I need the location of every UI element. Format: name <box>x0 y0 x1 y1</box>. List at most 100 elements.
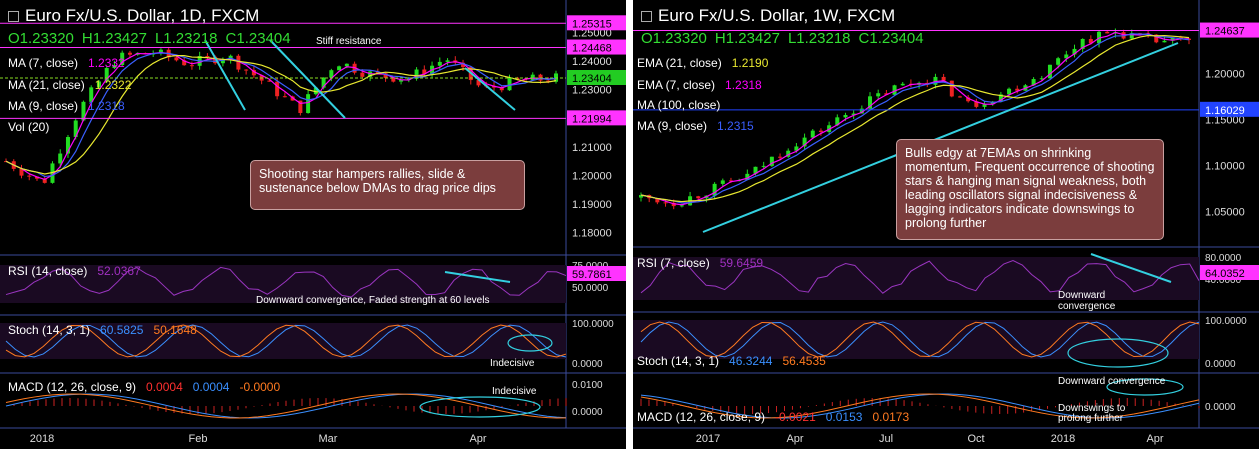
candle-body <box>778 156 783 158</box>
candle-body <box>1056 58 1061 65</box>
time-tick-label: Feb <box>189 433 208 445</box>
collapse-icon[interactable] <box>8 11 19 23</box>
candle-body <box>900 83 905 86</box>
candle-body <box>306 94 311 114</box>
indicator-volume[interactable]: Vol (20) <box>8 120 49 134</box>
indicator-ma9[interactable]: MA (9, close) 1.2318 <box>8 99 125 113</box>
stoch-note: Indecisive <box>490 358 535 369</box>
candle-body <box>205 56 210 58</box>
indicator-ma9[interactable]: MA (9, close) 1.2315 <box>637 119 754 133</box>
high-value: H1.23427 <box>714 30 780 47</box>
price-tick-label: 1.21000 <box>572 142 612 154</box>
candle-body <box>957 96 962 98</box>
rsi-note: Downward convergence <box>1058 290 1116 312</box>
candle-body <box>27 175 32 177</box>
close-value: C1.23404 <box>858 30 924 47</box>
candle-body <box>127 52 132 55</box>
price-tick-label: 1.10000 <box>1205 160 1245 172</box>
candle-body <box>58 153 63 164</box>
time-tick-label: Mar <box>319 433 338 445</box>
indicator-ma7[interactable]: MA (7, close) 1.2332 <box>8 56 125 70</box>
analysis-callout: Shooting star hampers rallies, slide & s… <box>250 160 525 210</box>
candle-body <box>949 80 954 97</box>
time-tick-label: Apr <box>469 433 486 445</box>
low-value: L1.23218 <box>787 30 851 47</box>
stoch-label[interactable]: Stoch (14, 3, 1) 46.3244 56.4535 <box>637 354 826 368</box>
macd-tick-label: 0.0000 <box>1205 402 1236 413</box>
price-tag-label: 1.21994 <box>572 113 612 125</box>
chart-title-text: Euro Fx/U.S. Dollar, 1D, FXCM <box>25 6 260 25</box>
macd-tick-label: 0.0100 <box>572 380 603 391</box>
price-tick-label: 1.24000 <box>572 56 612 68</box>
daily-chart-panel[interactable]: 1.250001.240001.230001.220001.210001.200… <box>0 0 626 449</box>
indicator-ema21[interactable]: EMA (21, close) 1.2190 <box>637 56 768 70</box>
price-tick-label: 1.20000 <box>1205 68 1245 80</box>
chart-title-text: Euro Fx/U.S. Dollar, 1W, FXCM <box>658 6 896 25</box>
macd-line <box>5 393 567 419</box>
rsi-tick-label: 50.0000 <box>572 283 609 294</box>
price-tag-label: 1.16029 <box>1205 105 1245 117</box>
rsi-label[interactable]: RSI (7, close) 59.6459 <box>637 256 763 270</box>
indicator-ema7[interactable]: EMA (7, close) 1.2318 <box>637 78 762 92</box>
candle-body <box>679 205 684 207</box>
candle-body <box>445 60 450 62</box>
rsi-tag-label: 59.7861 <box>572 269 612 281</box>
macd-label[interactable]: MACD (12, 26, close, 9) 0.0004 0.0004 -0.00… <box>8 380 280 394</box>
indicator-ma100[interactable]: MA (100, close) <box>637 98 720 112</box>
open-value: O1.23320 <box>8 30 74 47</box>
high-value: H1.23427 <box>81 30 147 47</box>
resistance-annotation: Stiff resistance <box>316 36 382 47</box>
price-tag-label: 1.25315 <box>572 18 612 30</box>
rsi-tick-label: 80.0000 <box>1205 253 1242 264</box>
candle-body <box>275 81 280 97</box>
indicator-ma21[interactable]: MA (21, close) 1.2322 <box>8 78 131 92</box>
candle-body <box>1047 64 1052 79</box>
close-value: C1.23404 <box>225 30 291 47</box>
low-value: L1.23218 <box>154 30 218 47</box>
candle-body <box>282 96 287 98</box>
chart-title: Euro Fx/U.S. Dollar, 1D, FXCM <box>8 6 259 26</box>
time-tick-label: Apr <box>1146 433 1163 445</box>
price-tick-label: 1.19000 <box>572 199 612 211</box>
stoch-label[interactable]: Stoch (14, 3, 1) 60.5825 50.1648 <box>8 323 197 337</box>
candle-body <box>843 114 848 118</box>
candle-body <box>344 63 349 67</box>
time-tick-label: Jul <box>879 433 893 445</box>
price-tag-label: 1.24468 <box>572 43 612 55</box>
candle-body <box>941 76 946 81</box>
analysis-callout: Bulls edgy at 7EMAs on shrinking momentu… <box>896 139 1164 240</box>
candle-body <box>1105 31 1110 34</box>
price-tick-label: 1.05000 <box>1205 206 1245 218</box>
candle-body <box>818 130 823 132</box>
candle-body <box>761 165 766 167</box>
time-tick-label: 2018 <box>30 433 54 445</box>
macd-label[interactable]: MACD (12, 26, close, 9) -0.0021 0.0153 0.01… <box>637 410 909 424</box>
macd-note: Downswings to prolong further <box>1058 403 1126 424</box>
price-tag-label: 1.23404 <box>572 73 612 85</box>
candle-body <box>810 130 815 138</box>
candle-body <box>1007 88 1012 95</box>
rsi-note: Downward convergence, Faded strength at … <box>256 295 490 306</box>
candle-body <box>174 57 179 61</box>
stoch-tick-label: 0.0000 <box>1205 359 1236 370</box>
stoch-tick-label: 0.0000 <box>572 359 603 370</box>
candle-body <box>696 196 701 199</box>
time-tick-label: Oct <box>967 433 984 445</box>
price-trend-arrow <box>204 39 246 111</box>
time-tick-label: 2017 <box>696 433 720 445</box>
candle-body <box>337 66 342 71</box>
weekly-chart-panel[interactable]: 1.20000 1.15000 1.10000 1.05000 1.24637 1.160… <box>633 0 1259 449</box>
candle-body <box>1162 40 1167 43</box>
price-tag-label: 1.24637 <box>1205 26 1245 38</box>
candle-body <box>720 180 725 184</box>
macd-note: Indecisive <box>492 386 537 397</box>
ohlc-readout: O1.23320 H1.23427 L1.23218 C1.23404 <box>8 30 299 47</box>
chart-title: Euro Fx/U.S. Dollar, 1W, FXCM <box>641 6 895 26</box>
candle-body <box>189 65 194 67</box>
price-tick-label: 1.23000 <box>572 85 612 97</box>
rsi-label[interactable]: RSI (14, close) 52.0367 <box>8 264 141 278</box>
candle-body <box>437 61 442 66</box>
candle-body <box>244 69 249 71</box>
collapse-icon[interactable] <box>641 11 652 23</box>
stoch-tick-label: 100.0000 <box>572 319 614 330</box>
